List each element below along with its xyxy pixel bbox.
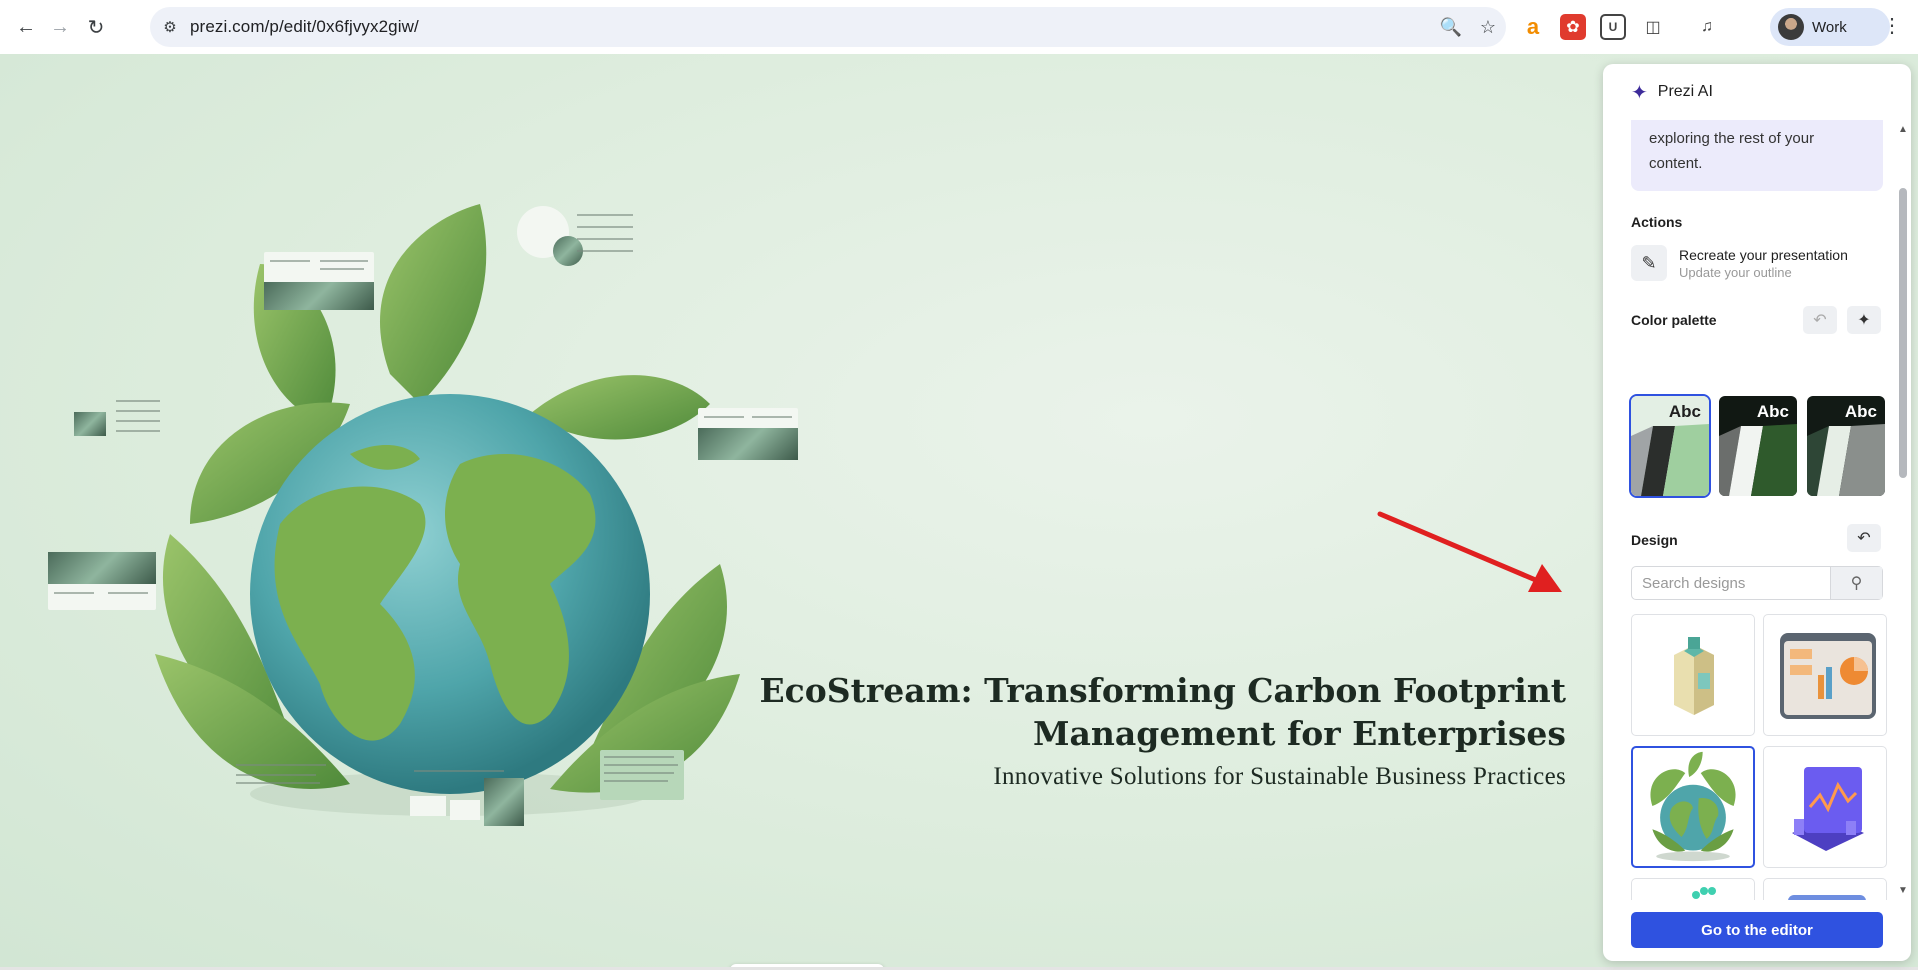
media-control-icon[interactable]: ♫ — [1694, 14, 1720, 40]
prezi-ai-panel: ✦ Prezi AI exploring the rest of your co… — [1603, 64, 1911, 961]
palette-swatch-label: Abc — [1668, 402, 1701, 421]
design-search: Search designs ⚲ — [1631, 566, 1883, 600]
profile-button[interactable]: Work — [1770, 8, 1890, 46]
design-thumbnail-blue-screen[interactable] — [1763, 878, 1887, 900]
actions-heading: Actions — [1631, 214, 1683, 230]
panel-scrollbar[interactable]: ▲ ▼ — [1895, 120, 1911, 900]
amazon-extension-icon[interactable]: a — [1520, 14, 1546, 40]
palette-swatch-dark-gray[interactable]: Abc — [1807, 396, 1885, 496]
palette-swatch-dark-green[interactable]: Abc — [1719, 396, 1797, 496]
palette-swatch-label: Abc — [1844, 402, 1877, 421]
undo-palette-icon[interactable]: ↶ — [1803, 306, 1837, 334]
panel-header: ✦ Prezi AI — [1603, 64, 1911, 120]
action-subtitle: Update your outline — [1679, 264, 1792, 280]
scroll-up-icon[interactable]: ▲ — [1898, 124, 1908, 135]
title-slide[interactable]: EcoStream: Transforming Carbon Footprint… — [759, 669, 1566, 791]
search-icon[interactable]: ⚲ — [1830, 567, 1882, 599]
slide-thumbnail-solution[interactable] — [264, 252, 374, 310]
panel-scroll-area[interactable]: exploring the rest of your content. Acti… — [1603, 120, 1895, 900]
browser-menu-icon[interactable]: ⋮ — [1882, 13, 1902, 38]
design-heading: Design — [1631, 532, 1678, 548]
forward-icon[interactable]: → — [42, 9, 78, 45]
site-settings-icon[interactable]: ⚙ — [150, 18, 190, 36]
back-icon[interactable]: ← — [8, 9, 44, 45]
palette-swatch-light[interactable]: Abc — [1629, 394, 1711, 498]
url-text[interactable]: prezi.com/p/edit/0x6fjvyx2giw/ — [190, 17, 419, 37]
pencil-icon: ✎ — [1631, 245, 1667, 281]
browser-toolbar: ← → ↻ ⚙ prezi.com/p/edit/0x6fjvyx2giw/ 🔍… — [0, 0, 1918, 54]
presentation-subtitle: Innovative Solutions for Sustainable Bus… — [993, 763, 1566, 790]
extensions-puzzle-icon[interactable]: ◫ — [1640, 14, 1666, 40]
slide-thumbnail-problem[interactable] — [515, 206, 637, 266]
address-bar[interactable]: ⚙ prezi.com/p/edit/0x6fjvyx2giw/ 🔍 ☆ — [150, 7, 1506, 47]
color-palette-heading: Color palette — [1631, 312, 1717, 328]
slide-thumbnail-features[interactable] — [74, 396, 164, 444]
globe-leaves-illustration — [155, 204, 740, 816]
design-thumbnail-dashboard[interactable] — [1763, 614, 1887, 736]
design-thumbnail-purple-chart[interactable] — [1763, 746, 1887, 868]
bookmark-star-icon[interactable]: ☆ — [1480, 17, 1496, 38]
profile-label: Work — [1812, 18, 1847, 36]
design-search-input[interactable]: Search designs — [1632, 575, 1830, 592]
slide-thumbnail-projections[interactable] — [410, 766, 526, 828]
design-thumbnail-globe[interactable] — [1631, 746, 1755, 868]
shield-extension-icon[interactable]: U — [1600, 14, 1626, 40]
annotation-arrow-icon — [1377, 511, 1562, 592]
scroll-down-icon[interactable]: ▼ — [1898, 885, 1908, 896]
zoom-icon[interactable]: 🔍 — [1439, 17, 1461, 38]
presentation-title-line2: Management for Enterprises — [1033, 714, 1566, 753]
ai-sparkle-icon: ✦ — [1631, 81, 1648, 104]
presentation-title-line1: EcoStream: Transforming Carbon Footprint — [759, 671, 1566, 710]
undo-design-icon[interactable]: ↶ — [1847, 524, 1881, 552]
slide-thumbnail-introduction[interactable] — [698, 408, 798, 460]
avatar — [1778, 14, 1804, 40]
palette-swatch-label: Abc — [1756, 402, 1789, 421]
design-thumbnail-cubes[interactable] — [1631, 614, 1755, 736]
shuffle-palette-sparkle-icon[interactable]: ✦ — [1847, 306, 1881, 334]
slide-thumbnail-case-studies[interactable] — [48, 552, 156, 610]
panel-title: Prezi AI — [1657, 83, 1713, 100]
design-thumbnail-footprints[interactable] — [1631, 878, 1755, 900]
go-to-editor-button[interactable]: Go to the editor — [1631, 912, 1883, 948]
scrollbar-thumb[interactable] — [1899, 188, 1907, 478]
red-extension-icon[interactable]: ✿ — [1560, 14, 1586, 40]
reload-icon[interactable]: ↻ — [78, 9, 114, 45]
slide-thumbnail-traction[interactable] — [232, 758, 332, 798]
slide-thumbnail-quote[interactable] — [600, 750, 684, 800]
action-title: Recreate your presentation — [1679, 246, 1848, 263]
ai-message: exploring the rest of your content. — [1631, 120, 1883, 191]
recreate-presentation-action[interactable]: ✎ Recreate your presentation Update your… — [1631, 242, 1881, 284]
